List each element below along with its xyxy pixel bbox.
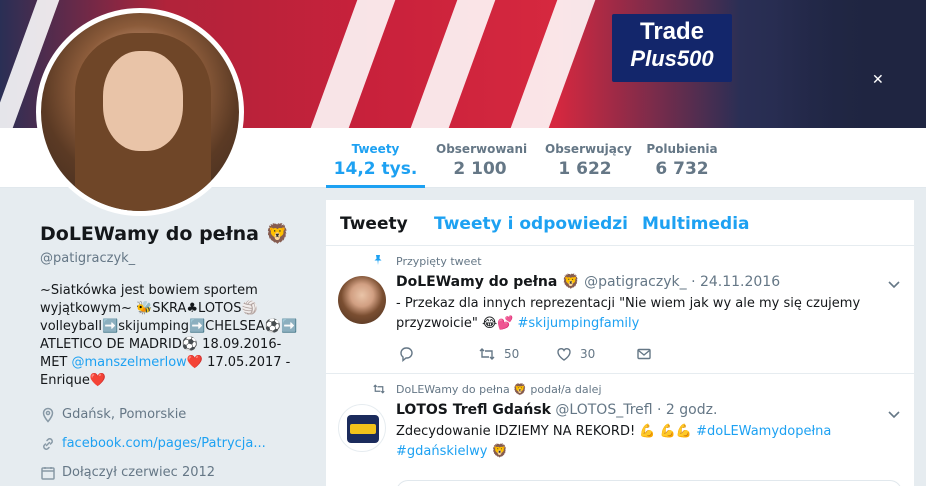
stat-tweets-value: 14,2 tys. xyxy=(333,159,418,179)
retweet-button[interactable]: 50 xyxy=(478,346,519,362)
retweet-context-icon xyxy=(372,383,386,398)
calendar-icon xyxy=(40,465,56,481)
retweet-icon xyxy=(479,348,495,360)
retweet-count: 50 xyxy=(504,347,520,361)
profile-bio: ~Siatkówka jest bowiem sportem wyjątkowy… xyxy=(40,282,302,390)
stat-followers-value: 1 622 xyxy=(558,159,612,179)
pinned-context: Przypięty tweet xyxy=(396,255,482,268)
bio-mention-link[interactable]: @manszelmerlow xyxy=(72,355,187,370)
stat-likes-value: 6 732 xyxy=(655,159,709,179)
profile-location: Gdańsk, Pomorskie xyxy=(62,407,187,422)
tweet-handle-date[interactable]: @LOTOS_Trefl · 2 godz. xyxy=(555,402,717,418)
tweet-author[interactable]: LOTOS Trefl Gdańsk xyxy=(396,402,551,418)
profile-location-row: Gdańsk, Pomorskie xyxy=(40,400,310,429)
tweet-actions: 50 30 xyxy=(398,346,698,366)
stat-likes-label: Polubienia xyxy=(646,142,718,156)
profile-website-row: facebook.com/pages/Patrycja... xyxy=(40,429,310,458)
profile-joined: Dołączył czerwiec 2012 xyxy=(62,465,216,480)
stat-tweets-label: Tweety xyxy=(351,142,400,156)
profile-website-link[interactable]: facebook.com/pages/Patrycja... xyxy=(62,436,266,451)
chevron-down-icon[interactable] xyxy=(888,408,900,422)
close-icon: ✕ xyxy=(872,72,884,88)
lotos-logo xyxy=(347,415,379,443)
tab-tweets[interactable]: Tweety xyxy=(340,214,408,234)
profile-handle[interactable]: @patigraczyk_ xyxy=(40,251,310,266)
profile-avatar[interactable] xyxy=(36,8,244,216)
pin-icon xyxy=(372,254,384,269)
envelope-icon xyxy=(637,348,651,360)
profile-meta: Gdańsk, Pomorskie facebook.com/pages/Pat… xyxy=(40,400,310,486)
stat-following-label: Obserwowani xyxy=(436,142,528,156)
tweet-handle-date[interactable]: @patigraczyk_ · 24.11.2016 xyxy=(584,274,780,290)
message-button[interactable] xyxy=(636,346,660,362)
like-button[interactable]: 30 xyxy=(556,346,595,362)
heart-icon xyxy=(557,348,571,361)
tweet-hashtag-2[interactable]: #gdańskielwy xyxy=(396,444,487,459)
tweet-text: - Przekaz dla innych reprezentacji "Nie … xyxy=(396,294,896,334)
sponsor-bottom-text: Plus500 xyxy=(630,46,714,71)
tweet-hashtag[interactable]: #skijumpingfamily xyxy=(518,316,640,331)
stat-likes[interactable]: Polubienia 6 732 xyxy=(646,128,718,188)
reply-icon xyxy=(400,347,413,362)
tweet-trail-emoji: 🦁 xyxy=(491,444,508,459)
tweet-text-body: Zdecydowanie IDZIEMY NA REKORD! 💪 💪💪 xyxy=(396,424,697,439)
timeline-tabs: Tweety Tweety i odpowiedzi Multimedia xyxy=(326,200,914,246)
reply-button[interactable] xyxy=(398,346,422,362)
stat-following[interactable]: Obserwowani 2 100 xyxy=(436,128,528,188)
tweet-header: DoLEWamy do pełna 🦁 @patigraczyk_ · 24.1… xyxy=(396,274,780,290)
link-icon xyxy=(40,436,56,452)
profile-joined-row: Dołączył czerwiec 2012 xyxy=(40,458,310,486)
sponsor-top-text: Trade xyxy=(639,18,705,45)
banner-sponsor-logo: Trade Plus500 xyxy=(612,14,732,82)
tweet-item[interactable]: Przypięty tweet DoLEWamy do pełna 🦁 @pat… xyxy=(326,246,914,374)
tweet-item[interactable]: DoLEWamy do pełna 🦁 podał/a dalej LOTOS … xyxy=(326,374,914,486)
tweet-avatar[interactable] xyxy=(338,404,386,452)
stat-followers[interactable]: Obserwujący 1 622 xyxy=(545,128,632,188)
stat-tweets[interactable]: Tweety 14,2 tys. xyxy=(326,128,425,188)
tweet-hashtag[interactable]: #doLEWamydopełna xyxy=(696,424,831,439)
like-count: 30 xyxy=(580,347,596,361)
stat-following-value: 2 100 xyxy=(453,159,507,179)
tab-tweets-and-replies[interactable]: Tweety i odpowiedzi xyxy=(434,214,628,234)
profile-name[interactable]: DoLEWamy do pełna 🦁 xyxy=(40,222,310,245)
tweet-text: Zdecydowanie IDZIEMY NA REKORD! 💪 💪💪 #do… xyxy=(396,422,896,462)
retweet-context[interactable]: DoLEWamy do pełna 🦁 podał/a dalej xyxy=(396,383,602,396)
chevron-down-icon[interactable] xyxy=(888,278,900,292)
profile-card: DoLEWamy do pełna 🦁 @patigraczyk_ ~Siatk… xyxy=(40,222,310,486)
stat-followers-label: Obserwujący xyxy=(545,142,632,156)
tweet-author[interactable]: DoLEWamy do pełna 🦁 xyxy=(396,274,580,290)
tweet-avatar[interactable] xyxy=(338,276,386,324)
tweet-header: LOTOS Trefl Gdańsk @LOTOS_Trefl · 2 godz… xyxy=(396,402,717,418)
tweet-media-card[interactable] xyxy=(396,480,902,486)
location-pin-icon xyxy=(40,407,56,423)
timeline: Tweety Tweety i odpowiedzi Multimedia Pr… xyxy=(326,200,914,486)
tab-media[interactable]: Multimedia xyxy=(642,214,750,234)
